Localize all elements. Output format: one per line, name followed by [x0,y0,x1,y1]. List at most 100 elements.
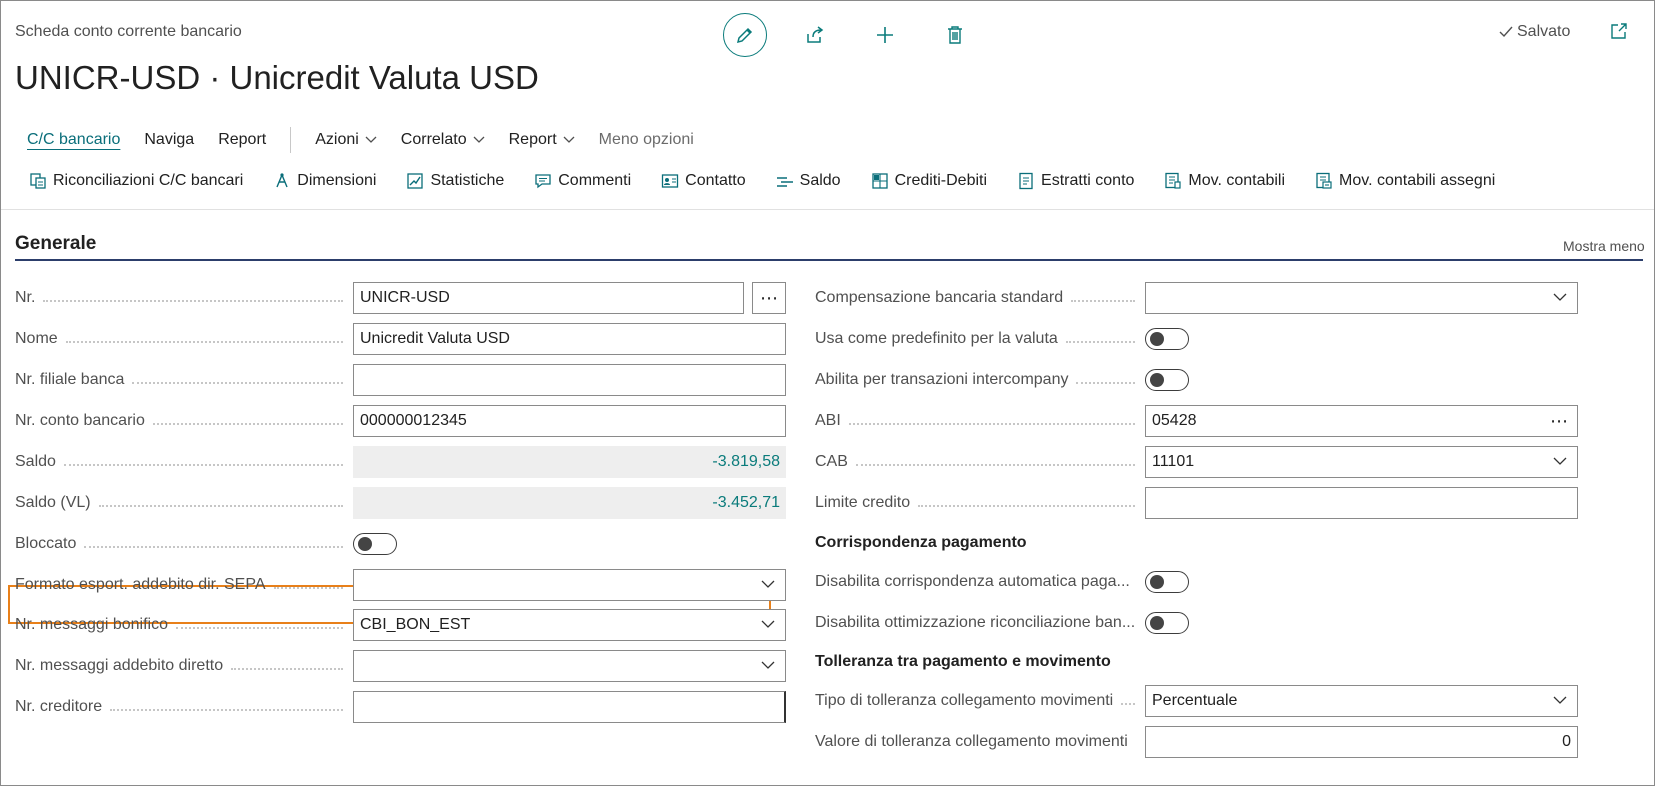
match-tolerance-type-select[interactable]: Percentuale [1145,685,1578,717]
show-less-link[interactable]: Mostra meno [1563,238,1645,254]
action-comments[interactable]: Commenti [534,172,631,190]
label-leader-dots [175,627,343,629]
menu-dropdown-report-label: Report [508,131,557,148]
field-row-direct-debit-msg-nos: Nr. messaggi addebito diretto [15,650,805,682]
action-balance[interactable]: Saldo [776,172,841,190]
field-row-disable-auto-payment-matching: Disabilita corrispondenza automatica pag… [815,566,1645,598]
bank-account-no-input[interactable]: 000000012345 [353,405,786,437]
field-row-cab: CAB 11101 [815,446,1645,478]
menu-tab-bank-account[interactable]: C/C bancario [27,131,120,149]
toggle-knob [358,537,372,551]
field-label: Nr. filiale banca [15,371,125,388]
action-label: Statistiche [430,172,505,189]
menu-dropdown-actions[interactable]: Azioni [315,131,377,149]
balance-value[interactable]: -3.819,58 [712,453,780,471]
action-check-ledger-entries[interactable]: Mov. contabili assegni [1315,172,1495,190]
chevron-down-icon [365,136,377,143]
field-label: ABI [815,412,841,429]
promoted-actions-bar: Riconciliazioni C/C bancari Dimensioni S… [29,172,1525,190]
label-leader-dots [110,709,343,711]
label-leader-dots [231,668,343,670]
new-button[interactable] [863,13,907,57]
statements-icon [1019,172,1033,190]
action-label: Riconciliazioni C/C bancari [53,172,244,189]
delete-button[interactable] [933,13,977,57]
bank-branch-no-input[interactable] [353,364,786,396]
field-label: Nr. messaggi addebito diretto [15,657,224,674]
menu-dropdown-report[interactable]: Report [509,131,575,149]
field-row-bank-branch-no: Nr. filiale banca [15,364,805,396]
field-label: CAB [815,453,848,470]
disable-auto-payment-matching-toggle[interactable] [1145,571,1189,593]
creditor-no-input[interactable] [353,691,786,723]
page-caption: Scheda conto corrente bancario [15,23,242,40]
credit-limit-input[interactable] [1145,487,1578,519]
no-assist-edit-button[interactable]: ⋯ [752,282,786,314]
action-contact[interactable]: Contatto [661,172,746,190]
menu-tab-report[interactable]: Report [218,131,266,149]
abi-input[interactable]: 05428 ⋯ [1145,405,1578,437]
checkmark-icon [1499,26,1513,38]
bank-account-card-page: Scheda conto corrente bancario UNICR-USD… [0,0,1655,786]
label-leader-dots [65,341,343,343]
field-row-disable-reconciliation-optimization: Disabilita ottimizzazione riconciliazion… [815,607,1645,639]
credit-transfer-msg-nos-value: CBI_BON_EST [360,616,471,633]
reconciliation-icon [30,173,46,189]
balance-lcy-value[interactable]: -3.452,71 [712,494,780,512]
menu-dropdown-related[interactable]: Correlato [401,131,485,149]
no-input[interactable]: UNICR-USD [353,282,744,314]
action-receivables-payables[interactable]: Crediti-Debiti [871,172,987,190]
chevron-down-icon [1553,457,1567,465]
field-row-no: Nr. UNICR-USD ⋯ [15,282,805,314]
sepa-dd-export-format-select[interactable] [353,569,786,601]
label-leader-dots [855,464,1135,466]
action-dimensions[interactable]: Dimensioni [273,172,376,190]
popout-button[interactable] [1609,21,1629,46]
balance-value-field[interactable]: -3.819,58 [353,446,786,478]
cab-value: 11101 [1152,453,1195,470]
action-statistics[interactable]: Statistiche [406,172,504,190]
field-label: Abilita per transazioni intercompany [815,371,1069,388]
credit-transfer-msg-nos-select[interactable]: CBI_BON_EST [353,609,786,641]
action-statements[interactable]: Estratti conto [1017,172,1134,190]
action-ledger-entries[interactable]: Mov. contabili [1164,172,1285,190]
fewer-options-link[interactable]: Meno opzioni [599,131,694,149]
field-row-credit-limit: Limite credito [815,487,1645,519]
match-tolerance-value: 0 [1562,733,1571,750]
ellipsis-icon[interactable]: ⋯ [1550,412,1569,430]
field-label: Nr. messaggi bonifico [15,616,168,633]
bank-clearing-standard-select[interactable] [1145,282,1578,314]
intercompany-enable-toggle[interactable] [1145,369,1189,391]
field-label: Nr. [15,289,36,306]
field-row-intercompany-enable: Abilita per transazioni intercompany [815,364,1645,396]
menu-dropdown-actions-label: Azioni [315,131,359,148]
section-title[interactable]: Generale [15,233,96,255]
field-row-match-tolerance-value: Valore di tolleranza collegamento movime… [815,726,1645,758]
use-as-default-currency-toggle[interactable] [1145,328,1189,350]
plus-icon [877,27,893,43]
field-row-match-tolerance-type: Tipo di tolleranza collegamento moviment… [815,685,1645,717]
name-input[interactable]: Unicredit Valuta USD [353,323,786,355]
field-row-abi: ABI 05428 ⋯ [815,405,1645,437]
label-leader-dots [84,546,343,548]
match-tolerance-value-input[interactable]: 0 [1145,726,1578,758]
label-leader-dots [152,423,343,425]
share-button[interactable] [793,13,837,57]
menu-tab-navigate[interactable]: Naviga [144,131,194,149]
ledger-entries-icon [1165,172,1182,189]
chevron-down-icon [473,136,485,143]
edit-button[interactable] [723,13,767,57]
direct-debit-msg-nos-select[interactable] [353,650,786,682]
action-bank-reconciliations[interactable]: Riconciliazioni C/C bancari [29,172,243,190]
blocked-toggle[interactable] [353,533,397,555]
cab-select[interactable]: 11101 [1145,446,1578,478]
check-ledger-entries-icon [1316,172,1332,189]
field-label: Nome [15,330,58,347]
toolbar-divider [1,209,1654,210]
balance-lcy-value-field[interactable]: -3.452,71 [353,487,786,519]
toggle-knob [1150,575,1164,589]
field-label: Tipo di tolleranza collegamento moviment… [815,692,1114,709]
chevron-down-icon [761,661,775,669]
toggle-knob [1150,373,1164,387]
disable-reconciliation-optimization-toggle[interactable] [1145,612,1189,634]
